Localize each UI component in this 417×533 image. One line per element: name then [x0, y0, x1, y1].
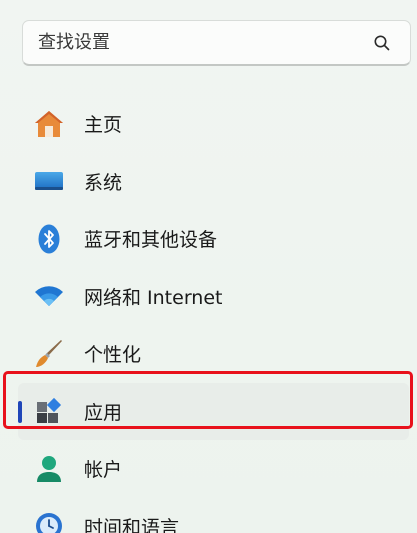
paintbrush-icon — [32, 337, 66, 371]
nav-item-apps[interactable]: 应用 — [18, 382, 409, 440]
nav-item-network[interactable]: 网络和 Internet — [18, 268, 417, 326]
nav-item-bluetooth[interactable]: 蓝牙和其他设备 — [18, 210, 417, 268]
bluetooth-icon — [32, 222, 66, 256]
nav-label: 时间和语言 — [84, 516, 180, 533]
selection-indicator — [18, 400, 22, 423]
nav-item-time-language[interactable]: 时间和语言 — [18, 498, 417, 533]
nav-label: 系统 — [84, 171, 123, 194]
search-box[interactable] — [22, 20, 411, 66]
nav-item-home[interactable]: 主页 — [18, 95, 417, 153]
search-icon[interactable] — [368, 29, 396, 57]
nav-item-personalization[interactable]: 个性化 — [18, 325, 417, 383]
account-icon — [32, 452, 66, 486]
nav-label: 主页 — [84, 114, 123, 137]
home-icon — [32, 107, 66, 141]
nav-label: 个性化 — [84, 344, 142, 367]
nav-label: 蓝牙和其他设备 — [84, 229, 218, 252]
display-icon — [32, 164, 66, 198]
apps-icon — [32, 394, 66, 428]
nav-label: 网络和 Internet — [84, 286, 223, 309]
wifi-icon — [32, 279, 66, 313]
nav-label: 帐户 — [84, 459, 123, 482]
clock-globe-icon — [32, 509, 66, 533]
nav-item-system[interactable]: 系统 — [18, 153, 417, 211]
search-input[interactable] — [38, 32, 368, 53]
settings-nav: 主页 系统 蓝牙和其他设备 网络和 Internet 个性化 应用 帐户 时间和… — [18, 95, 417, 533]
nav-label: 应用 — [84, 401, 123, 424]
nav-item-accounts[interactable]: 帐户 — [18, 440, 417, 498]
